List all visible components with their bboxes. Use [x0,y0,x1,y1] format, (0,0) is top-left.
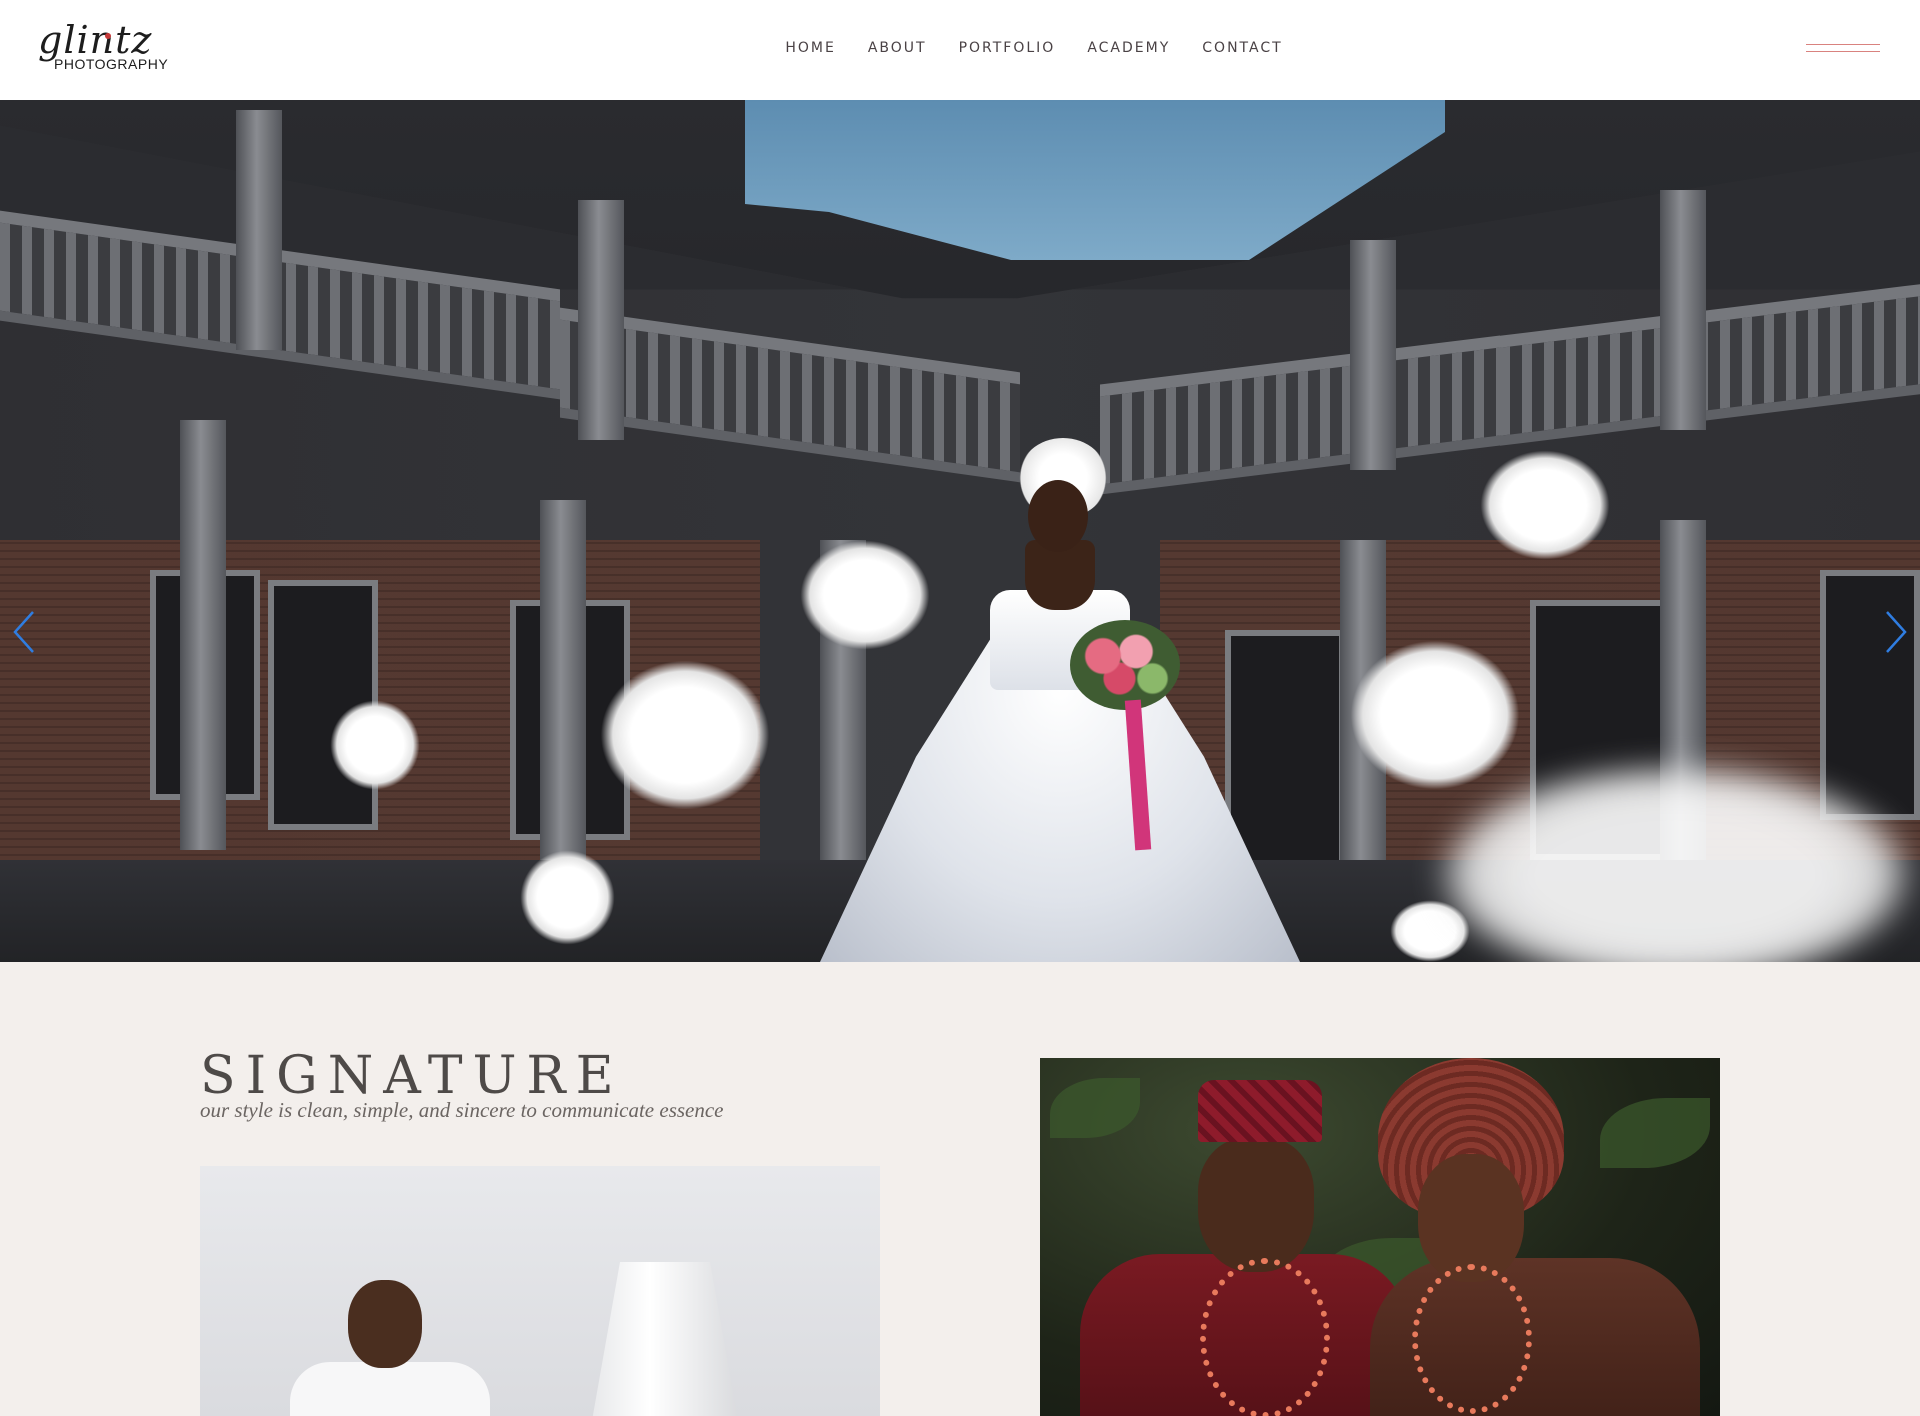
chevron-left-icon [13,611,34,653]
groom-cap [1198,1080,1322,1142]
nav-about[interactable]: ABOUT [868,40,927,56]
column [540,500,586,880]
nav-portfolio[interactable]: PORTFOLIO [959,40,1056,56]
hamburger-line-top [1806,44,1880,45]
hero-sky [745,100,1445,260]
foliage [1050,1078,1140,1138]
hero-slider [0,100,1920,962]
coral-beads [1412,1264,1532,1414]
logo-dot [105,33,111,39]
dove [520,850,615,945]
bride-head [1028,480,1088,552]
coral-beads [1200,1258,1330,1416]
hamburger-icon[interactable] [1806,44,1880,56]
dove [800,540,930,650]
portrait-photo-left [200,1166,880,1416]
signature-title: SIGNATURE [200,1046,624,1106]
column [578,200,624,440]
column [1660,190,1706,430]
bride-bouquet [1070,620,1180,710]
main-nav: HOME ABOUT PORTFOLIO ACADEMY CONTACT [0,40,1920,56]
couple-photo-right [1040,1058,1720,1416]
column [236,110,282,350]
chevron-right-icon [1886,611,1907,653]
nav-contact[interactable]: CONTACT [1202,40,1282,56]
window [1820,570,1920,820]
groom-face [1198,1138,1314,1272]
bride-figure [800,420,1320,962]
foliage [1600,1098,1710,1168]
slider-next-button[interactable] [1882,610,1910,654]
person-head [348,1280,422,1368]
column [1350,240,1396,470]
dove [330,700,420,790]
dove [1350,640,1520,790]
nav-academy[interactable]: ACADEMY [1087,40,1170,56]
bride-face [1418,1154,1524,1282]
nav-home[interactable]: HOME [785,40,835,56]
slider-prev-button[interactable] [10,610,38,654]
logo-subtitle: PHOTOGRAPHY [54,56,169,72]
person-shirt [290,1362,490,1416]
white-drape [590,1262,740,1416]
signature-subtitle: our style is clean, simple, and sincere … [200,1098,724,1122]
column [180,420,226,850]
dove [600,660,770,810]
site-header: glintz PHOTOGRAPHY HOME ABOUT PORTFOLIO … [0,0,1920,100]
dove [1480,450,1610,560]
hamburger-line-bottom [1806,51,1880,52]
